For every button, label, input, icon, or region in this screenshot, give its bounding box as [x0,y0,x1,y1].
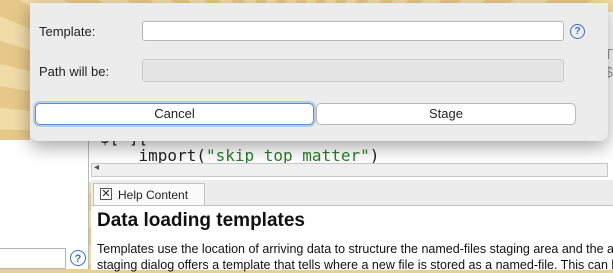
help-body: Data loading templates Templates use the… [91,205,613,273]
template-label: Template: [39,24,96,39]
help-title: Data loading templates [97,210,305,231]
scroll-left-icon[interactable]: ◂ [94,162,99,173]
path-label: Path will be: [39,64,110,79]
help-icon[interactable]: ? [70,250,86,266]
stage-button[interactable]: Stage [316,103,576,125]
close-icon[interactable]: ✕ [100,188,112,200]
help-text-line-1: Templates use the location of arriving d… [97,242,613,256]
help-text: Templates use the location of arriving d… [97,241,613,273]
help-panel: ✕ Help Content Data loading templates Te… [91,180,613,273]
left-panel-input[interactable] [0,248,66,269]
template-input[interactable] [142,21,564,41]
help-text-line-2: staging dialog offers a template that te… [97,258,613,272]
tab-label: Help Content [118,188,189,202]
horizontal-scrollbar[interactable]: ◂ [91,162,608,177]
tab-help-content[interactable]: ✕ Help Content [93,183,205,205]
stage-dialog: Template: ? Path will be: Cancel Stage [30,3,608,141]
path-field [142,59,564,82]
cancel-button[interactable]: Cancel [35,103,314,125]
help-icon[interactable]: ? [570,24,585,39]
